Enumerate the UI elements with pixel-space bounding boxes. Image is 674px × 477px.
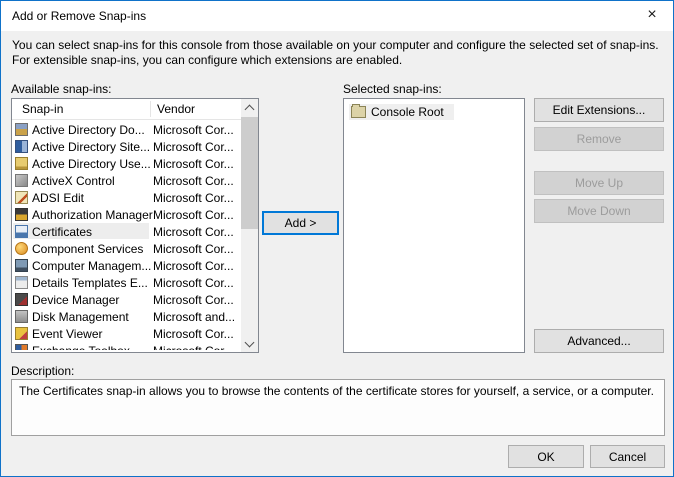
snapin-vendor: Microsoft Cor... bbox=[153, 174, 234, 188]
snapin-row[interactable]: Component Services Microsoft Cor... bbox=[12, 240, 241, 257]
snapin-row[interactable]: Event Viewer Microsoft Cor... bbox=[12, 325, 241, 342]
window-title: Add or Remove Snap-ins bbox=[12, 9, 147, 23]
snapin-vendor: Microsoft Cor... bbox=[153, 191, 234, 205]
snapin-row[interactable]: Computer Managem... Microsoft Cor... bbox=[12, 257, 241, 274]
cancel-button[interactable]: Cancel bbox=[590, 445, 665, 468]
snapin-vendor: Microsoft Cor... bbox=[153, 208, 234, 222]
snapin-row[interactable]: Authorization Manager Microsoft Cor... bbox=[12, 206, 241, 223]
snapin-name: Exchange Toolbox bbox=[32, 344, 130, 350]
snapin-vendor: Microsoft and... bbox=[153, 310, 236, 324]
snapin-row-clipped[interactable]: Exchange Toolbox Microsoft Cor... bbox=[12, 342, 241, 350]
snapin-icon bbox=[15, 191, 28, 204]
snapin-icon bbox=[15, 310, 28, 323]
snapin-name: Active Directory Do... bbox=[32, 123, 145, 137]
close-icon[interactable]: × bbox=[637, 3, 667, 27]
scrollbar-thumb[interactable] bbox=[241, 117, 258, 229]
snapin-row-selected[interactable]: Certificates Microsoft Cor... bbox=[12, 223, 241, 240]
move-down-button[interactable]: Move Down bbox=[534, 199, 664, 223]
available-snapins-label: Available snap-ins: bbox=[11, 82, 112, 96]
snapin-name: ActiveX Control bbox=[32, 174, 115, 188]
edit-extensions-button[interactable]: Edit Extensions... bbox=[534, 98, 664, 122]
selected-snapin-item[interactable]: Console Root bbox=[349, 104, 454, 120]
snapin-vendor: Microsoft Cor... bbox=[153, 225, 234, 239]
column-separator bbox=[150, 101, 151, 117]
ok-button[interactable]: OK bbox=[508, 445, 584, 468]
snapin-name: Authorization Manager bbox=[32, 208, 153, 222]
description-box: The Certificates snap-in allows you to b… bbox=[11, 379, 665, 436]
chevron-up-icon bbox=[244, 104, 255, 115]
snapin-icon bbox=[15, 242, 28, 255]
snapin-icon bbox=[15, 174, 28, 187]
scroll-down-icon[interactable] bbox=[241, 335, 258, 352]
snapin-row[interactable]: ADSI Edit Microsoft Cor... bbox=[12, 189, 241, 206]
snapin-name: Active Directory Use... bbox=[32, 157, 151, 171]
column-header-snapin[interactable]: Snap-in bbox=[22, 102, 63, 116]
snapin-row[interactable]: Device Manager Microsoft Cor... bbox=[12, 291, 241, 308]
available-snapins-list[interactable]: Snap-in Vendor Active Directory Do... Mi… bbox=[11, 98, 259, 353]
snapin-icon bbox=[15, 259, 28, 272]
vertical-scrollbar[interactable] bbox=[241, 99, 258, 352]
snapin-vendor: Microsoft Cor... bbox=[153, 123, 234, 137]
snapin-icon bbox=[15, 208, 28, 221]
snapin-name: Active Directory Site... bbox=[32, 140, 151, 154]
snapin-vendor: Microsoft Cor... bbox=[153, 293, 234, 307]
snapin-row[interactable]: Active Directory Site... Microsoft Cor..… bbox=[12, 138, 241, 155]
snapin-icon bbox=[15, 276, 28, 289]
description-label: Description: bbox=[11, 364, 75, 378]
selected-snapins-list[interactable]: Console Root bbox=[343, 98, 525, 353]
column-header-vendor[interactable]: Vendor bbox=[157, 102, 195, 116]
description-text: The Certificates snap-in allows you to b… bbox=[19, 384, 654, 398]
snapin-vendor: Microsoft Cor... bbox=[153, 157, 234, 171]
snapin-name: Component Services bbox=[32, 242, 144, 256]
list-header: Snap-in Vendor bbox=[12, 99, 241, 120]
snapin-icon bbox=[15, 225, 28, 238]
snapin-icon bbox=[15, 123, 28, 136]
console-root-folder-icon bbox=[351, 104, 366, 118]
selected-snapin-name: Console Root bbox=[371, 105, 444, 119]
snapin-name: Event Viewer bbox=[32, 327, 103, 341]
chevron-down-icon bbox=[244, 337, 255, 348]
snapin-row[interactable]: ActiveX Control Microsoft Cor... bbox=[12, 172, 241, 189]
snapin-row[interactable]: Details Templates E... Microsoft Cor... bbox=[12, 274, 241, 291]
snapin-vendor: Microsoft Cor... bbox=[153, 276, 234, 290]
snapin-row[interactable]: Active Directory Use... Microsoft Cor... bbox=[12, 155, 241, 172]
snapin-icon bbox=[15, 140, 28, 153]
title-bar: Add or Remove Snap-ins × bbox=[1, 1, 673, 31]
intro-text: You can select snap-ins for this console… bbox=[12, 38, 659, 67]
advanced-button[interactable]: Advanced... bbox=[534, 329, 664, 353]
snapin-vendor: Microsoft Cor... bbox=[153, 140, 234, 154]
snapin-vendor: Microsoft Cor... bbox=[153, 344, 234, 350]
move-up-button[interactable]: Move Up bbox=[534, 171, 664, 195]
snapin-vendor: Microsoft Cor... bbox=[153, 259, 234, 273]
snapin-vendor: Microsoft Cor... bbox=[153, 327, 234, 341]
snapin-row[interactable]: Active Directory Do... Microsoft Cor... bbox=[12, 121, 241, 138]
snapin-rows: Active Directory Do... Microsoft Cor... … bbox=[12, 121, 241, 350]
add-button[interactable]: Add > bbox=[262, 211, 339, 235]
snapin-name: Device Manager bbox=[32, 293, 120, 307]
snapin-icon bbox=[15, 327, 28, 340]
snapin-row[interactable]: Disk Management Microsoft and... bbox=[12, 308, 241, 325]
add-remove-snapins-dialog: Add or Remove Snap-ins × You can select … bbox=[0, 0, 674, 477]
selected-snapins-label: Selected snap-ins: bbox=[343, 82, 442, 96]
remove-button[interactable]: Remove bbox=[534, 127, 664, 151]
snapin-name: Details Templates E... bbox=[32, 276, 148, 290]
snapin-name: Disk Management bbox=[32, 310, 129, 324]
snapin-name: ADSI Edit bbox=[32, 191, 85, 205]
snapin-icon bbox=[15, 293, 28, 306]
scroll-up-icon[interactable] bbox=[241, 99, 258, 116]
snapin-icon bbox=[15, 344, 28, 350]
snapin-name: Certificates bbox=[32, 225, 93, 239]
snapin-icon bbox=[15, 157, 28, 170]
snapin-vendor: Microsoft Cor... bbox=[153, 242, 234, 256]
snapin-name: Computer Managem... bbox=[32, 259, 152, 273]
